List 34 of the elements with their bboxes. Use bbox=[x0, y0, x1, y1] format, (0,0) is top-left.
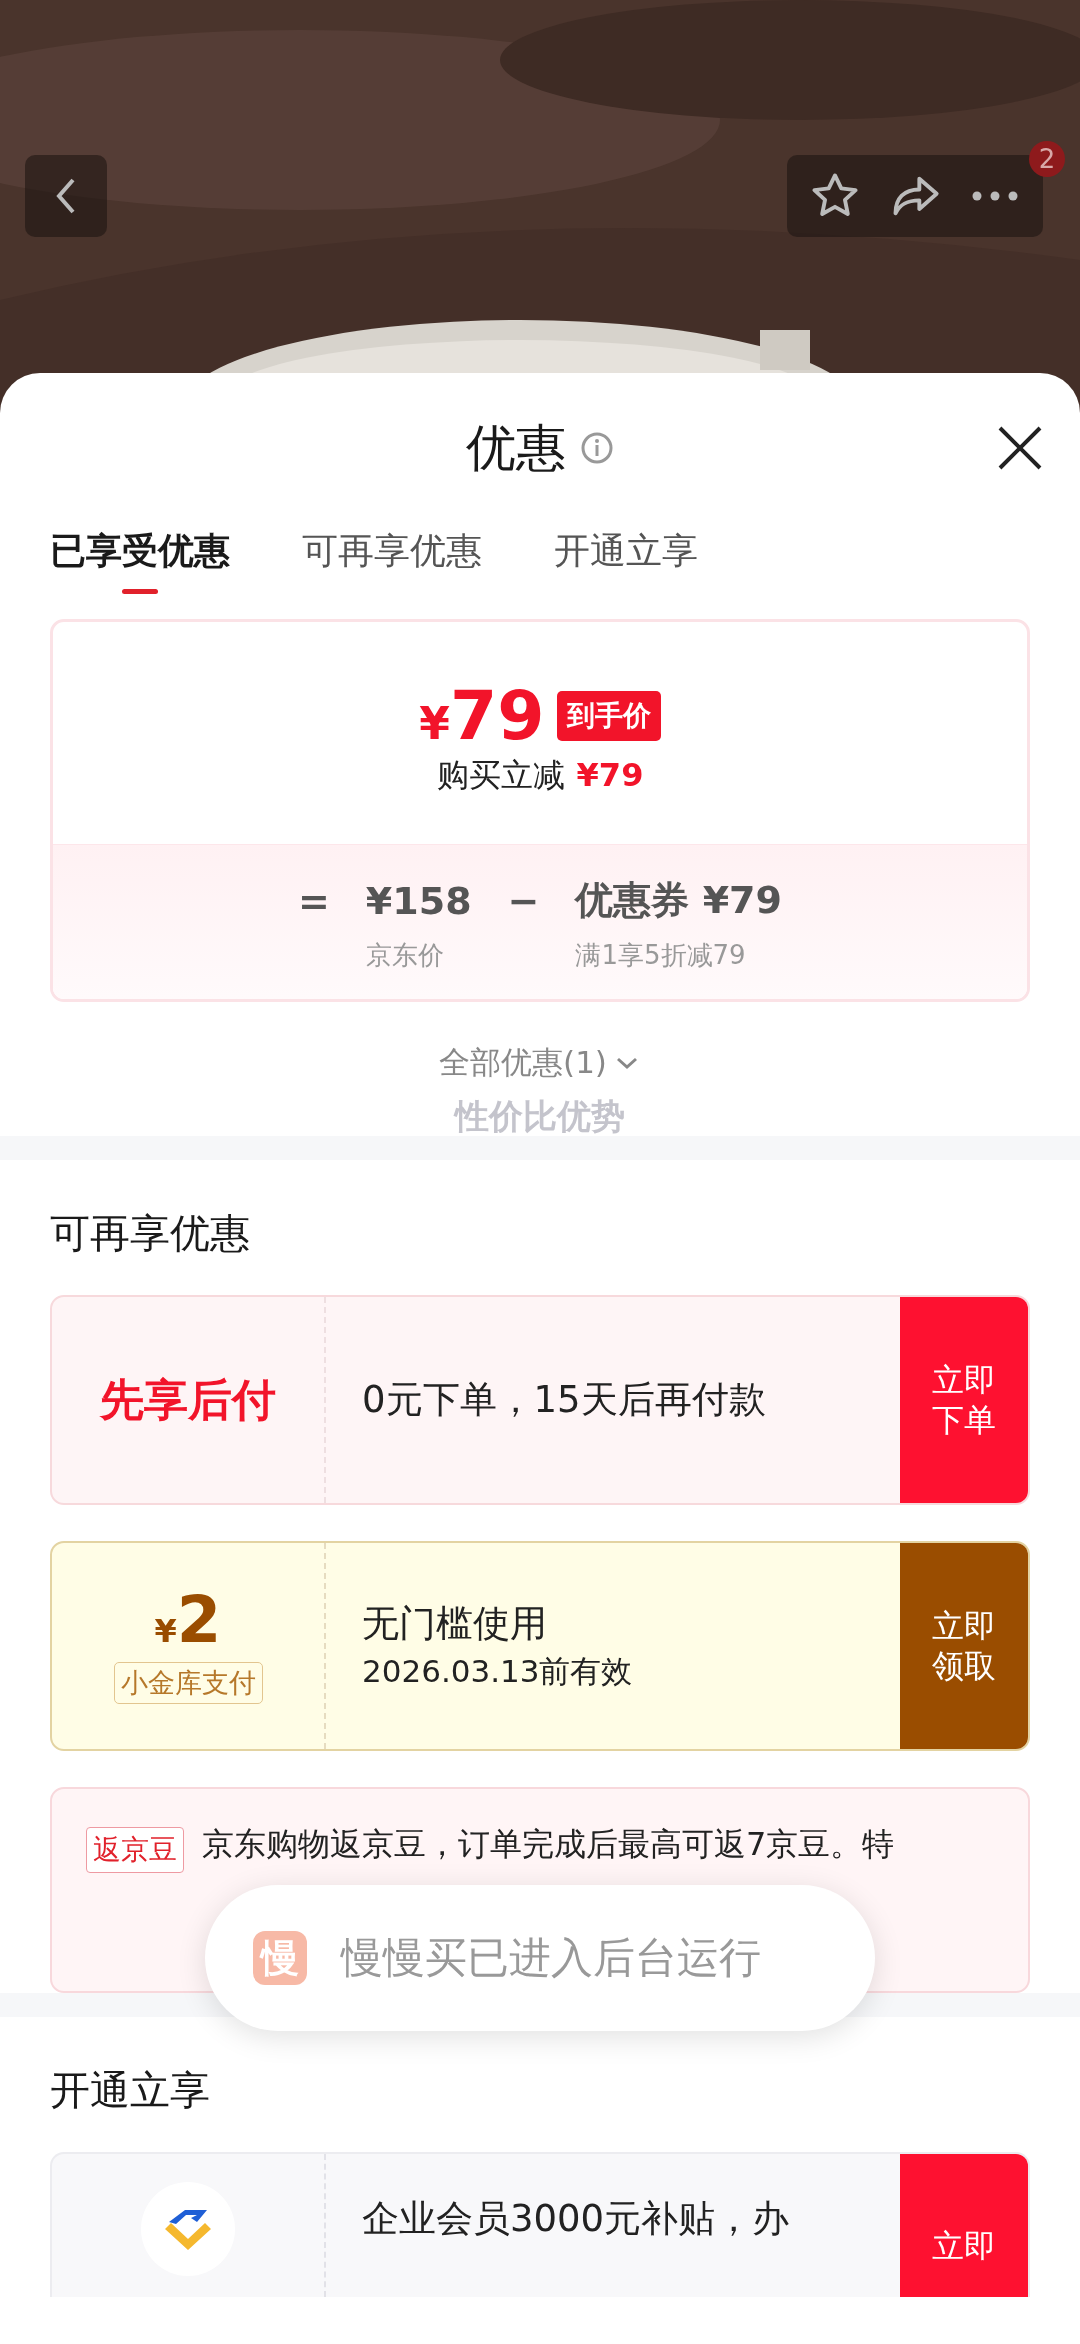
activate-button[interactable]: 立即 bbox=[900, 2154, 1028, 2297]
membership-description: 企业会员3000元补贴，办 bbox=[362, 2196, 791, 2242]
tab[interactable]: 可再享优惠 bbox=[302, 523, 482, 594]
offer-title: 先享后付 bbox=[100, 1372, 276, 1427]
claim-button[interactable]: 立即领取 bbox=[900, 1543, 1028, 1749]
faded-caption: 性价比优势 bbox=[455, 1095, 625, 1136]
sheet-title: 优惠 bbox=[466, 417, 566, 479]
back-button[interactable] bbox=[25, 155, 107, 237]
order-now-button[interactable]: 立即下单 bbox=[900, 1297, 1028, 1503]
equals-sign: = bbox=[298, 878, 330, 923]
coupon-amount: ¥2 bbox=[154, 1588, 222, 1652]
rebate-text: 京东购物返京豆，订单完成后最高可返7京豆。特 bbox=[202, 1824, 895, 1865]
toast-text: 慢慢买已进入后台运行 bbox=[341, 1932, 761, 1984]
tab[interactable]: 开通立享 bbox=[554, 523, 698, 594]
diamond-logo-icon bbox=[141, 2182, 235, 2276]
coupon-title: 无门槛使用 bbox=[362, 1601, 548, 1647]
tab[interactable]: 已享受优惠 bbox=[50, 523, 230, 594]
section-title: 开通立享 bbox=[50, 2066, 211, 2115]
section-title: 可再享优惠 bbox=[50, 1209, 251, 1258]
price-tag: 到手价 bbox=[556, 691, 661, 741]
reduction-text: 购买立减 ¥79 bbox=[436, 755, 644, 796]
jd-price: ¥158 bbox=[365, 878, 472, 923]
coupon-value: 优惠券 ¥79 bbox=[575, 877, 782, 924]
rebate-tag: 返京豆 bbox=[86, 1827, 184, 1873]
payment-tag: 小金库支付 bbox=[113, 1662, 263, 1704]
offer-description: 0元下单，15天后再付款 bbox=[362, 1377, 767, 1423]
coupon-validity: 2026.03.13前有效 bbox=[362, 1652, 634, 1691]
final-price: ¥79 bbox=[419, 682, 545, 750]
all-offers-toggle[interactable]: 全部优惠(1) bbox=[439, 1042, 641, 1084]
app-icon: 慢 bbox=[253, 1931, 307, 1985]
minus-sign: − bbox=[507, 878, 540, 923]
info-icon[interactable] bbox=[580, 431, 614, 465]
coupon-rule: 满1享5折减79 bbox=[575, 939, 747, 972]
jd-price-label: 京东价 bbox=[365, 939, 445, 972]
